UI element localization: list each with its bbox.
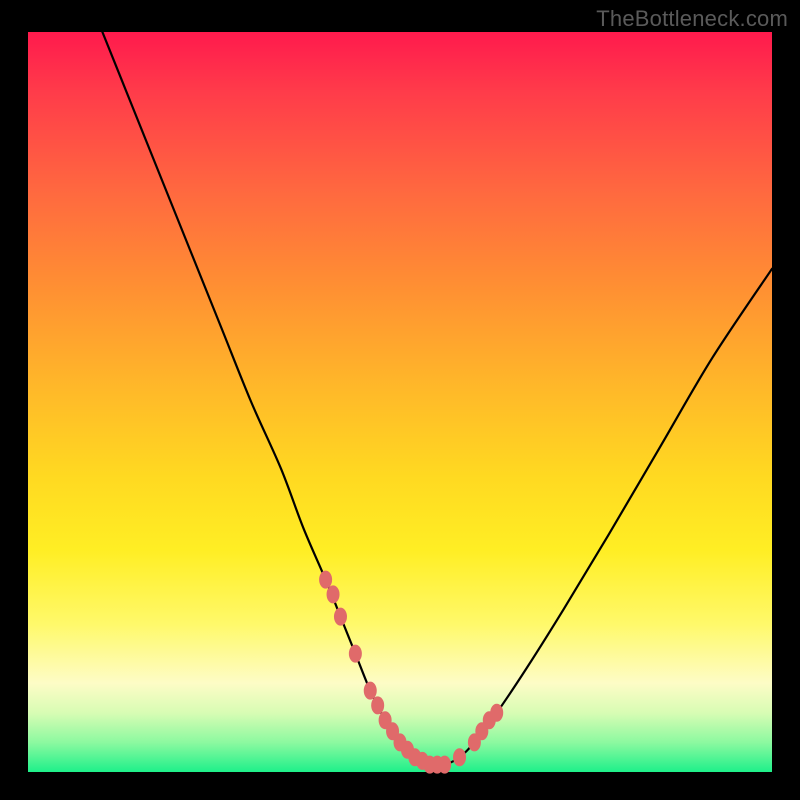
highlight-dot [319,571,332,589]
plot-area [28,32,772,772]
highlight-dot [438,756,451,774]
highlight-dot [364,682,377,700]
curve-svg [28,32,772,772]
chart-frame: TheBottleneck.com [0,0,800,800]
highlight-dots [319,571,503,774]
highlight-dot [490,704,503,722]
highlight-dot [327,585,340,603]
highlight-dot [349,645,362,663]
watermark-text: TheBottleneck.com [596,6,788,32]
bottleneck-curve [102,32,772,766]
highlight-dot [453,748,466,766]
highlight-dot [334,608,347,626]
highlight-dot [371,696,384,714]
